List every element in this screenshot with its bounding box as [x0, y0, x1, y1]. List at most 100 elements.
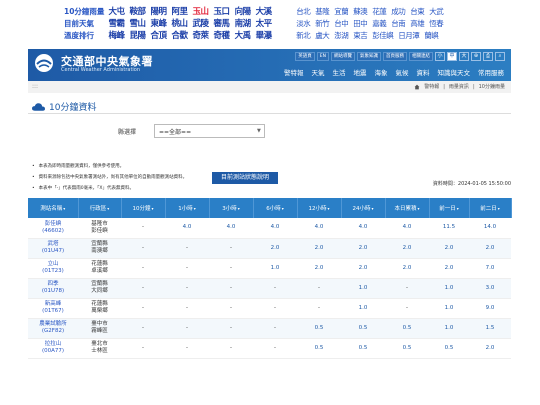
station-code[interactable]: (00A77) [28, 348, 78, 355]
breadcrumb-item[interactable]: 雨量資訊 [449, 83, 469, 90]
station-code[interactable]: (01U78) [28, 288, 78, 295]
station-link[interactable]: 成功 [391, 6, 406, 17]
nav-item[interactable]: 警特報 [284, 67, 304, 77]
station-link[interactable]: 宜蘭 [334, 6, 349, 17]
font-small-button[interactable]: 小 [435, 52, 445, 61]
station-link[interactable]: 梅峰 [108, 29, 125, 41]
nav-item[interactable]: 資料 [417, 67, 430, 77]
station-link[interactable]: 恆春 [429, 18, 444, 29]
search-icon[interactable]: ⌕ [495, 52, 505, 61]
nav-item[interactable]: 天氣 [312, 67, 325, 77]
station-name[interactable]: 武塔 [28, 241, 78, 248]
utility-link[interactable]: 英語頁 [295, 52, 315, 61]
station-link[interactable]: 澎湖 [334, 30, 349, 41]
column-header[interactable]: 本日累積▾ [385, 198, 430, 218]
station-link[interactable]: 新竹 [315, 18, 330, 29]
column-header[interactable]: 10分鐘▾ [121, 198, 166, 218]
station-link[interactable]: 武陵 [193, 17, 210, 29]
station-cell[interactable]: 彭佳嶼 (46602) [28, 218, 78, 239]
quick-link-category[interactable]: 目前天氣 [64, 18, 108, 29]
sort-arrow-icon[interactable]: ▾ [238, 206, 240, 211]
station-name[interactable]: 四季 [28, 281, 78, 288]
station-link[interactable]: 合頂 [151, 29, 168, 41]
sort-arrow-icon[interactable]: ▾ [282, 206, 284, 211]
cwa-logo-icon[interactable] [32, 53, 56, 73]
station-link[interactable]: 大武 [429, 6, 444, 17]
station-code[interactable]: (01T67) [28, 308, 78, 315]
station-link[interactable]: 雪霸 [108, 17, 125, 29]
utility-link[interactable]: 首頁服務 [383, 52, 407, 61]
station-link[interactable]: 向陽 [235, 5, 252, 17]
sort-arrow-icon[interactable]: ▾ [498, 206, 500, 211]
utility-link[interactable]: 相關連結 [409, 52, 433, 61]
station-link[interactable]: 新北 [296, 30, 311, 41]
station-status-button[interactable]: 目前測站狀態說明 [212, 172, 278, 184]
station-code[interactable]: (G2F82) [28, 328, 78, 335]
breadcrumb-item[interactable]: 10分鐘雨量 [479, 83, 505, 90]
font-medium-button[interactable]: 中 [447, 52, 457, 61]
quick-link-category[interactable]: 溫度排行 [64, 30, 108, 41]
station-link[interactable]: 太平 [256, 17, 273, 29]
station-link[interactable]: 大屯 [108, 5, 125, 17]
nav-item[interactable]: 地震 [354, 67, 367, 77]
station-cell[interactable]: 拉拉山 (00A77) [28, 338, 78, 359]
station-link[interactable]: 彭佳嶼 [372, 30, 394, 41]
nav-item[interactable]: 常用服務 [478, 67, 504, 77]
column-header[interactable]: 3小時▾ [209, 198, 254, 218]
sort-arrow-icon[interactable]: ▾ [371, 206, 373, 211]
print-icon[interactable]: ⎙ [483, 52, 493, 61]
nav-item[interactable]: 氣候 [396, 67, 409, 77]
column-header[interactable]: 前二日▾ [469, 198, 512, 218]
station-link[interactable]: 嘉義 [372, 18, 387, 29]
accesskey-dots[interactable]: ::: [32, 83, 38, 90]
station-link[interactable]: 台中 [334, 18, 349, 29]
utility-link[interactable]: 網站導覽 [331, 52, 355, 61]
station-name[interactable]: 新高峰 [28, 301, 78, 308]
sort-arrow-icon[interactable]: ▾ [418, 206, 420, 211]
station-link[interactable]: 台南 [391, 18, 406, 29]
station-link[interactable]: 南湖 [235, 17, 252, 29]
station-name[interactable]: 立山 [28, 261, 78, 268]
station-link[interactable]: 鞍部 [129, 5, 146, 17]
sort-arrow-icon[interactable]: ▾ [457, 206, 459, 211]
station-link[interactable]: 昆陽 [129, 29, 146, 41]
nav-item[interactable]: 海象 [375, 67, 388, 77]
station-link[interactable]: 雪山 [129, 17, 146, 29]
station-link[interactable]: 日月潭 [398, 30, 420, 41]
station-link[interactable]: 田中 [353, 18, 368, 29]
station-link[interactable]: 桃山 [172, 17, 189, 29]
station-link[interactable]: 陽明 [151, 5, 168, 17]
station-link[interactable]: 合歡 [172, 29, 189, 41]
station-cell[interactable]: 四季 (01U78) [28, 278, 78, 299]
column-header[interactable]: 24小時▾ [341, 198, 386, 218]
font-large-button[interactable]: 大 [459, 52, 469, 61]
utility-link[interactable]: EN [316, 52, 329, 61]
station-cell[interactable]: 農業試驗所 (G2F82) [28, 318, 78, 339]
station-link[interactable]: 基隆 [315, 6, 330, 17]
breadcrumb-item[interactable]: 警特報 [424, 83, 439, 90]
station-name[interactable]: 農業試驗所 [28, 321, 78, 328]
station-link[interactable]: 盧大 [315, 30, 330, 41]
quick-link-category[interactable]: 10分鐘雨量 [64, 6, 108, 17]
station-link[interactable]: 阿里 [172, 5, 189, 17]
station-link[interactable]: 奇穫 [214, 29, 231, 41]
sort-arrow-icon[interactable]: ▾ [63, 206, 65, 211]
station-code[interactable]: (01T23) [28, 268, 78, 275]
station-link[interactable]: 淡水 [296, 18, 311, 29]
station-link[interactable]: 東吉 [353, 30, 368, 41]
station-link[interactable]: 審馬 [214, 17, 231, 29]
county-select[interactable]: ==全部== [154, 124, 265, 138]
sort-arrow-icon[interactable]: ▾ [107, 206, 109, 211]
station-link[interactable]: 台北 [296, 6, 311, 17]
station-code[interactable]: (46602) [28, 228, 78, 235]
station-link[interactable]: 大溪 [256, 5, 273, 17]
column-header[interactable]: 測站名稱▾ [28, 198, 79, 218]
sort-arrow-icon[interactable]: ▾ [327, 206, 329, 211]
station-link[interactable]: 玉山 [193, 5, 210, 17]
station-link[interactable]: 大禹 [235, 29, 252, 41]
sort-arrow-icon[interactable]: ▾ [151, 206, 153, 211]
station-link[interactable]: 蘭嶼 [424, 30, 439, 41]
station-name[interactable]: 彭佳嶼 [28, 221, 78, 228]
nav-item[interactable]: 知識與天文 [438, 67, 471, 77]
share-icon[interactable]: ⊕ [471, 52, 481, 61]
